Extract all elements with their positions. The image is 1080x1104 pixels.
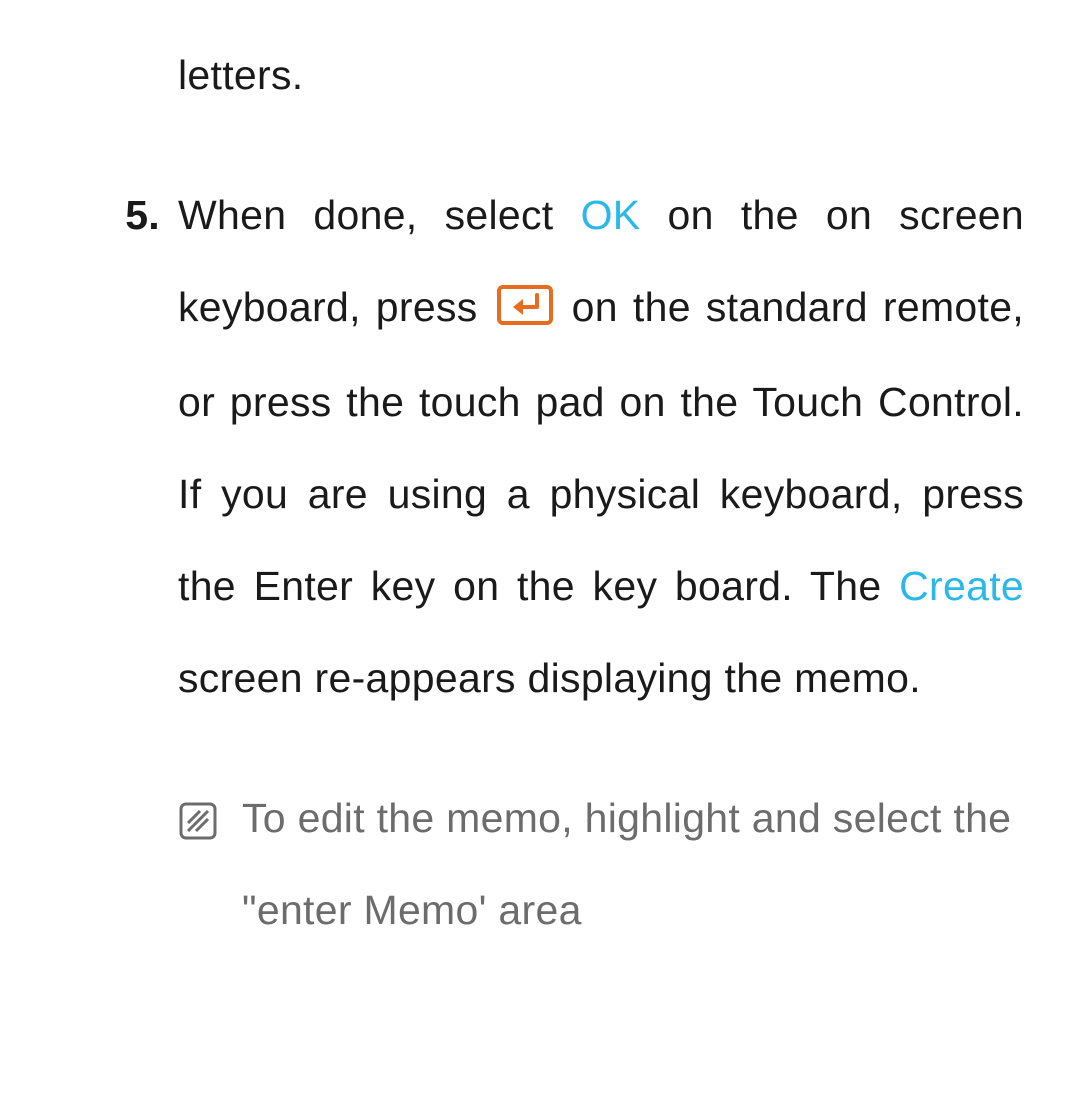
fragment-text: letters. (178, 52, 303, 98)
enter-icon (497, 266, 553, 358)
note-block: To edit the memo, highlight and select t… (178, 773, 1030, 957)
step-5: 5. When done, select OK on the on screen… (50, 170, 1030, 725)
step-body: When done, select OK on the on screen ke… (178, 170, 1030, 725)
create-label: Create (899, 563, 1024, 609)
note-text: To edit the memo, highlight and select t… (242, 773, 1030, 957)
document-content: letters. 5. When done, select OK on the … (50, 30, 1030, 956)
note-icon (178, 773, 242, 841)
step-text-1: When done, select (178, 192, 581, 238)
step-text-3: on the standard remote, or press the tou… (178, 284, 1024, 609)
ok-label: OK (581, 192, 641, 238)
prev-step-fragment: letters. (178, 30, 1030, 122)
step-text-4: screen re-appears displaying the memo. (178, 655, 921, 701)
step-marker: 5. (50, 170, 178, 262)
